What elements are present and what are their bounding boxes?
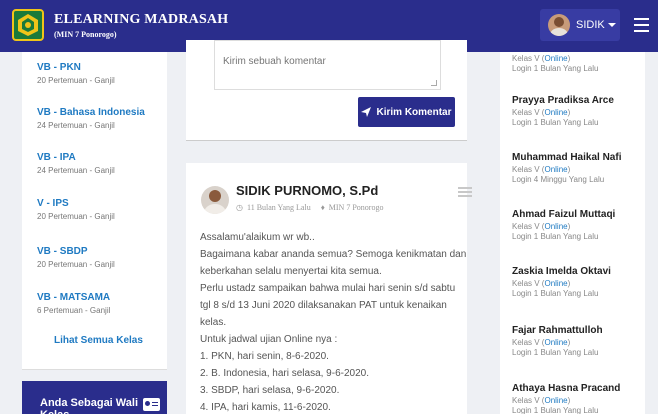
- post-author-avatar[interactable]: [201, 186, 229, 214]
- post-options-icon[interactable]: [458, 187, 472, 198]
- class-name: VB - SBDP: [37, 246, 88, 257]
- student-status: Kelas V (Online): [512, 108, 571, 117]
- class-item[interactable]: VB - IPA 24 Pertemuan - Ganjil: [37, 152, 115, 175]
- class-name: VB - PKN: [37, 62, 81, 73]
- class-meta: 24 Pertemuan - Ganjil: [37, 166, 115, 175]
- post-line: 3. SBDP, hari selasa, 9-6-2020.: [200, 385, 340, 396]
- user-menu-button[interactable]: SIDIK: [540, 9, 620, 41]
- class-name: VB - MATSAMA: [37, 292, 111, 303]
- class-meta: 20 Pertemuan - Ganjil: [37, 212, 115, 221]
- post-line: Untuk jadwal ujian Online nya :: [200, 334, 338, 345]
- post-line: 1. PKN, hari senin, 8-6-2020.: [200, 351, 329, 362]
- student-item[interactable]: Muhammad Haikal Nafi Kelas V (Online) Lo…: [512, 152, 621, 184]
- madrasah-logo-icon: [18, 14, 38, 36]
- student-last-login: Login 1 Bulan Yang Lalu: [512, 406, 599, 414]
- class-item[interactable]: V - IPS 20 Pertemuan - Ganjil: [37, 198, 115, 221]
- student-last-login: Login 1 Bulan Yang Lalu: [512, 64, 599, 73]
- student-item[interactable]: Prayya Pradiksa Arce Kelas V (Online) Lo…: [512, 95, 614, 127]
- location-pin-icon: ♦: [320, 203, 325, 212]
- class-meta: 20 Pertemuan - Ganjil: [37, 260, 115, 269]
- clock-icon: ◷: [236, 203, 243, 212]
- class-name: V - IPS: [37, 198, 69, 209]
- student-last-login: Login 1 Bulan Yang Lalu: [512, 118, 599, 127]
- student-item[interactable]: Athaya Hasna Pracand Kelas V (Online) Lo…: [512, 383, 620, 414]
- class-name: VB - IPA: [37, 152, 76, 163]
- class-name: VB - Bahasa Indonesia: [37, 107, 145, 118]
- student-last-login: Login 4 Minggu Yang Lalu: [512, 175, 605, 184]
- student-last-login: Login 1 Bulan Yang Lalu: [512, 348, 599, 357]
- post-line: 4. IPA, hari kamis, 11-6-2020.: [200, 402, 331, 413]
- class-item[interactable]: VB - SBDP 20 Pertemuan - Ganjil: [37, 246, 115, 269]
- user-name: SIDIK: [576, 19, 605, 31]
- send-icon: [361, 107, 372, 117]
- student-last-login: Login 1 Bulan Yang Lalu: [512, 289, 599, 298]
- post-location: MIN 7 Ponorogo: [328, 203, 384, 212]
- post-author[interactable]: SIDIK PURNOMO, S.Pd: [236, 183, 378, 198]
- post-line: 2. B. Indonesia, hari selasa, 9-6-2020.: [200, 368, 369, 379]
- madrasah-logo[interactable]: [12, 9, 44, 41]
- student-name: Ahmad Faizul Muttaqi: [512, 209, 616, 220]
- wali-kelas-card[interactable]: Anda Sebagai Wali Kelas: [22, 381, 167, 414]
- student-item[interactable]: Kelas V (Online) Login 1 Bulan Yang Lalu: [512, 52, 598, 73]
- post-line: tgl 8 s/d 13 Juni 2020 dilaksanakan PAT …: [200, 300, 447, 311]
- student-status: Kelas V (Online): [512, 54, 571, 63]
- post-line: Perlu ustadz sampaikan bahwa mulai hari …: [200, 283, 456, 294]
- student-status: Kelas V (Online): [512, 396, 571, 405]
- student-status: Kelas V (Online): [512, 338, 571, 347]
- student-list-card: Kelas V (Online) Login 1 Bulan Yang Lalu…: [500, 52, 645, 414]
- student-name: Athaya Hasna Pracand: [512, 383, 621, 394]
- id-card-icon: [143, 398, 160, 411]
- avatar: [548, 14, 570, 36]
- chevron-down-icon: [608, 23, 616, 27]
- class-item[interactable]: VB - Bahasa Indonesia 24 Pertemuan - Gan…: [37, 107, 145, 130]
- student-name: Prayya Pradiksa Arce: [512, 95, 614, 106]
- student-status: Kelas V (Online): [512, 279, 571, 288]
- class-meta: 6 Pertemuan - Ganjil: [37, 306, 111, 315]
- hamburger-icon[interactable]: [634, 18, 649, 32]
- student-item[interactable]: Fajar Rahmattulloh Kelas V (Online) Logi…: [512, 325, 603, 357]
- student-name: Zaskia Imelda Oktavi: [512, 266, 611, 277]
- post-body: Assalamu'alaikum wr wb.. Bagaimana kabar…: [200, 229, 470, 414]
- see-all-classes-link[interactable]: Lihat Semua Kelas: [54, 335, 143, 346]
- student-last-login: Login 1 Bulan Yang Lalu: [512, 232, 599, 241]
- send-comment-button[interactable]: Kirim Komentar: [358, 97, 455, 127]
- comment-textarea[interactable]: [214, 40, 441, 90]
- class-item[interactable]: VB - PKN 20 Pertemuan - Ganjil: [37, 62, 115, 85]
- comment-card: Kirim Komentar: [186, 40, 467, 141]
- send-comment-label: Kirim Komentar: [376, 106, 452, 118]
- post-line: Assalamu'alaikum wr wb..: [200, 232, 315, 243]
- comment-input[interactable]: [223, 56, 432, 67]
- app-title: ELEARNING MADRASAH: [54, 12, 229, 27]
- post-time: 11 Bulan Yang Lalu: [246, 203, 311, 212]
- student-name: Fajar Rahmattulloh: [512, 325, 603, 336]
- brand[interactable]: ELEARNING MADRASAH (MIN 7 Ponorogo): [54, 12, 228, 39]
- app-subtitle: (MIN 7 Ponorogo): [54, 30, 117, 39]
- post-line: Bagaimana kabar ananda semua? Semoga ken…: [200, 249, 467, 260]
- post-meta: ◷ 11 Bulan Yang Lalu ♦ MIN 7 Ponorogo: [236, 203, 383, 212]
- post-line: keberkahan selalu menyertai kita semua.: [200, 266, 382, 277]
- class-list-card: VB - PKN 20 Pertemuan - Ganjil VB - Baha…: [22, 52, 167, 370]
- student-status: Kelas V (Online): [512, 165, 571, 174]
- resize-handle-icon[interactable]: [431, 80, 437, 86]
- class-item[interactable]: VB - MATSAMA 6 Pertemuan - Ganjil: [37, 292, 110, 315]
- post-card: SIDIK PURNOMO, S.Pd ◷ 11 Bulan Yang Lalu…: [186, 163, 472, 414]
- post-line: kelas.: [200, 317, 227, 328]
- student-item[interactable]: Zaskia Imelda Oktavi Kelas V (Online) Lo…: [512, 266, 611, 298]
- class-meta: 20 Pertemuan - Ganjil: [37, 76, 115, 85]
- student-name: Muhammad Haikal Nafi: [512, 152, 622, 163]
- class-meta: 24 Pertemuan - Ganjil: [37, 121, 115, 130]
- student-status: Kelas V (Online): [512, 222, 571, 231]
- student-item[interactable]: Ahmad Faizul Muttaqi Kelas V (Online) Lo…: [512, 209, 615, 241]
